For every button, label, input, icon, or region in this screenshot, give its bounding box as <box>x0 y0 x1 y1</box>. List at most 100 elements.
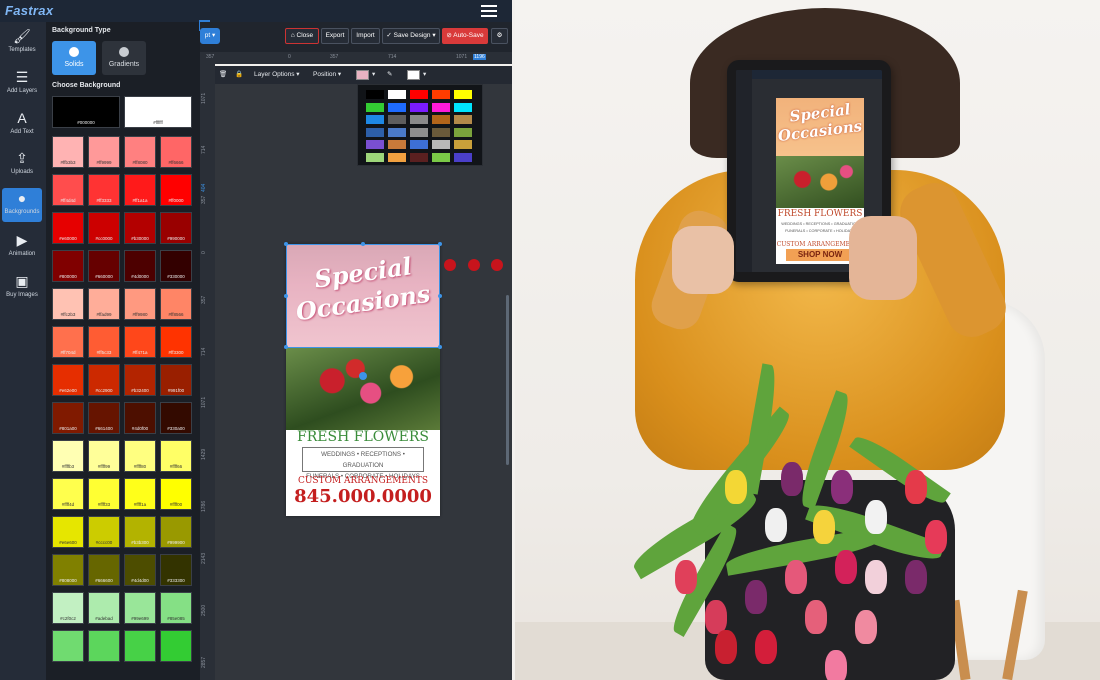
export-button[interactable]: Export <box>321 28 349 44</box>
color-picker-cell[interactable] <box>432 152 450 162</box>
sidebar-item-buy-images[interactable]: ▣ Buy Images <box>2 273 42 309</box>
resize-handle[interactable] <box>438 242 442 246</box>
color-swatch[interactable]: #ff0000 <box>160 174 192 206</box>
color-picker-cell[interactable] <box>366 140 384 149</box>
color-picker-cell[interactable] <box>432 115 450 124</box>
position-dropdown[interactable]: Position ▾ <box>313 68 341 82</box>
color-swatch[interactable]: #ff9999 <box>88 136 120 168</box>
color-swatch[interactable]: #b32400 <box>124 364 156 396</box>
color-swatch[interactable]: #ffff66 <box>160 440 192 472</box>
color-swatch[interactable]: #ffad99 <box>88 288 120 320</box>
color-swatch[interactable]: #4d0000 <box>124 250 156 282</box>
color-picker-cell[interactable] <box>388 90 406 99</box>
color-swatch[interactable]: #ffff1a <box>124 478 156 510</box>
color-swatch[interactable]: #ff4d4d <box>52 174 84 206</box>
color-swatch[interactable] <box>52 630 84 662</box>
color-swatch[interactable]: #ffff4d <box>52 478 84 510</box>
gear-icon[interactable]: ⚙ <box>491 28 508 44</box>
color-picker-cell[interactable] <box>366 102 384 112</box>
color-swatch[interactable]: #b3b300 <box>124 516 156 548</box>
gradients-button[interactable]: Gradients <box>102 41 146 75</box>
color-swatch[interactable]: #ffb3b3 <box>52 136 84 168</box>
color-picker-cell[interactable] <box>454 127 472 137</box>
color-swatch[interactable]: #990000 <box>160 212 192 244</box>
color-swatch[interactable] <box>88 630 120 662</box>
edit-icon[interactable]: ✎ <box>387 68 392 82</box>
color-picker-cell[interactable] <box>432 127 450 137</box>
chevron-down-icon[interactable]: ▾ <box>372 68 375 82</box>
color-swatch[interactable]: #ffc2b3 <box>52 288 84 320</box>
color-swatch[interactable]: #661400 <box>88 402 120 434</box>
color-swatch[interactable]: #e60000 <box>52 212 84 244</box>
color-swatch[interactable]: #cc2900 <box>88 364 120 396</box>
color-swatch[interactable]: #adebad <box>88 592 120 624</box>
color-picker-cell[interactable] <box>388 127 406 137</box>
sidebar-item-add-layers[interactable]: ☰ Add Layers <box>2 69 42 105</box>
color-swatch[interactable] <box>124 630 156 662</box>
color-picker-cell[interactable] <box>410 90 428 99</box>
color-swatch[interactable]: #800000 <box>52 250 84 282</box>
color-swatch[interactable] <box>160 630 192 662</box>
color-swatch[interactable]: #e62e00 <box>52 364 84 396</box>
sidebar-item-uploads[interactable]: ⇪ Uploads <box>2 150 42 186</box>
color-picker-cell[interactable] <box>454 90 472 99</box>
sidebar-item-animation[interactable]: ▶ Animation <box>2 232 42 268</box>
resize-handle[interactable] <box>284 345 288 349</box>
color-swatch[interactable]: #808000 <box>52 554 84 586</box>
canvas-scrollbar[interactable] <box>506 295 509 465</box>
color-swatch[interactable]: #e6e600 <box>52 516 84 548</box>
color-picker-cell[interactable] <box>454 140 472 149</box>
sidebar-item-templates[interactable]: 🖌 Templates <box>2 28 42 64</box>
solids-button[interactable]: Solids <box>52 41 96 75</box>
sidebar-item-backgrounds[interactable]: ● Backgrounds <box>2 188 42 222</box>
color-swatch[interactable]: #ffffff <box>124 96 192 128</box>
close-button[interactable]: ⌂ Close <box>285 28 319 44</box>
color-picker-cell[interactable] <box>410 140 428 149</box>
color-picker-cell[interactable] <box>366 115 384 124</box>
resize-handle[interactable] <box>284 242 288 246</box>
layer-options-dropdown[interactable]: Layer Options ▾ <box>254 68 300 82</box>
color-picker-cell[interactable] <box>366 90 384 99</box>
import-button[interactable]: Import <box>351 28 380 44</box>
resize-handle[interactable] <box>438 345 442 349</box>
app-logo[interactable]: Fastrax <box>5 3 53 18</box>
unit-dropdown[interactable]: pt ▾ <box>200 28 220 44</box>
lock-icon[interactable]: 🔒 <box>235 68 243 82</box>
color-picker-cell[interactable] <box>432 102 450 112</box>
color-swatch[interactable]: #ff8566 <box>160 288 192 320</box>
save-design-button[interactable]: ✓ Save Design ▾ <box>382 28 440 44</box>
color-picker-cell[interactable] <box>454 152 472 162</box>
color-swatch[interactable]: #991f00 <box>160 364 192 396</box>
color-swatch[interactable]: #ffff33 <box>88 478 120 510</box>
color-swatch[interactable]: #ffffb3 <box>52 440 84 472</box>
color-swatch[interactable]: #85e085 <box>160 592 192 624</box>
color-swatch[interactable]: #666600 <box>88 554 120 586</box>
color-picker-cell[interactable] <box>366 152 384 162</box>
color-picker-cell[interactable] <box>432 90 450 99</box>
color-swatch[interactable]: #cccc00 <box>88 516 120 548</box>
color-picker-cell[interactable] <box>388 102 406 112</box>
color-picker-cell[interactable] <box>410 152 428 162</box>
color-swatch[interactable]: #999900 <box>160 516 192 548</box>
color-picker-cell[interactable] <box>388 152 406 162</box>
color-swatch[interactable]: #c2f0c2 <box>52 592 84 624</box>
color-swatch[interactable]: #4d0f00 <box>124 402 156 434</box>
color-picker-cell[interactable] <box>366 127 384 137</box>
color-picker-cell[interactable] <box>410 127 428 137</box>
color-swatch[interactable]: #4d4d00 <box>124 554 156 586</box>
resize-handle[interactable] <box>284 294 288 298</box>
color-swatch[interactable]: #b30000 <box>124 212 156 244</box>
color-picker-cell[interactable] <box>388 115 406 124</box>
color-swatch[interactable]: #ff8080 <box>124 136 156 168</box>
color-picker-cell[interactable] <box>432 140 450 149</box>
color-swatch[interactable]: #ff3333 <box>88 174 120 206</box>
resize-handle[interactable] <box>438 294 442 298</box>
color-picker-cell[interactable] <box>388 140 406 149</box>
color-swatch[interactable]: #ffff80 <box>124 440 156 472</box>
color-swatch[interactable]: #ffff99 <box>88 440 120 472</box>
color-picker-cell[interactable] <box>410 115 428 124</box>
sidebar-item-add-text[interactable]: A Add Text <box>2 110 42 146</box>
color-swatch[interactable]: #333300 <box>160 554 192 586</box>
stroke-color-swatch[interactable] <box>407 70 420 80</box>
color-swatch[interactable]: #cc0000 <box>88 212 120 244</box>
